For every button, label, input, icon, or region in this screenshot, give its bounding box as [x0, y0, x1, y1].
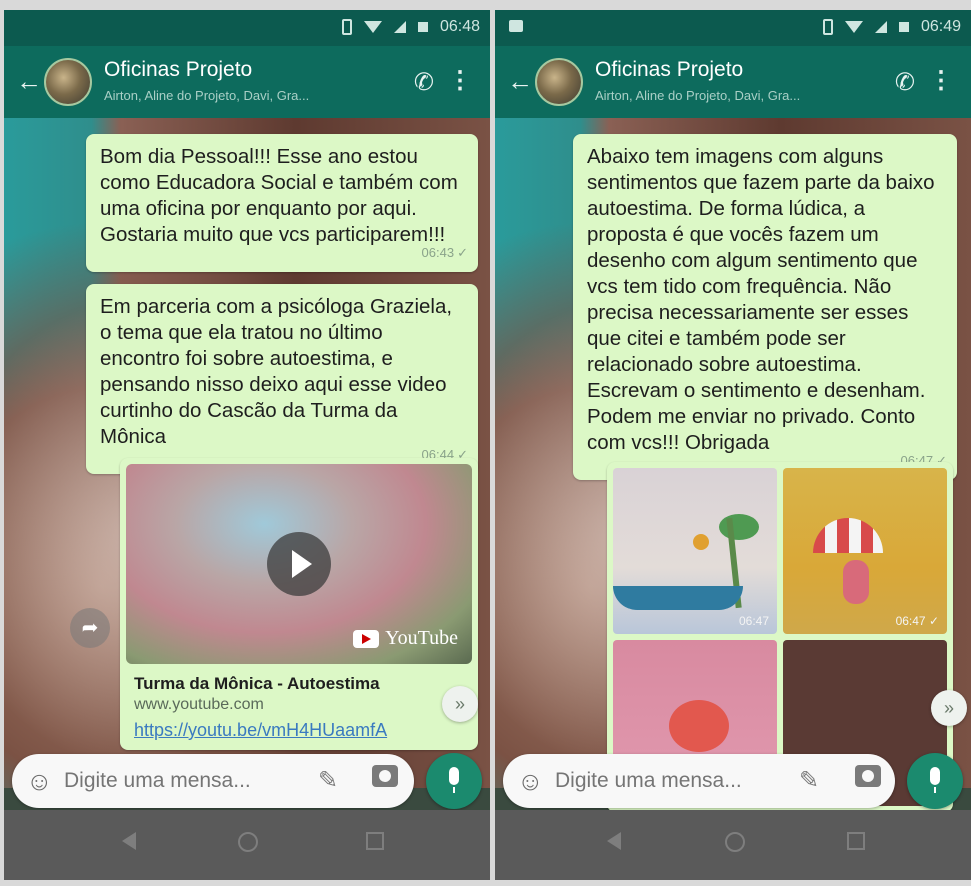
menu-dots-icon[interactable]: ⋮: [448, 66, 472, 95]
android-nav-bar: [4, 810, 490, 880]
battery-icon: [898, 22, 909, 32]
call-add-icon[interactable]: ✆: [895, 68, 915, 97]
camera-icon[interactable]: [372, 765, 398, 787]
figure-drawing: [843, 560, 869, 604]
image-time: 06:47: [738, 614, 769, 628]
chat-title[interactable]: Oficinas Projeto: [104, 58, 252, 82]
hammock-drawing: [613, 586, 743, 610]
battery-icon: [417, 22, 428, 32]
mic-icon[interactable]: [907, 753, 963, 809]
chat-participants[interactable]: Airton, Aline do Projeto, Davi, Gra...: [104, 88, 309, 103]
right-phone-screen: 06:49 ← Oficinas Projeto Airton, Aline d…: [495, 10, 971, 880]
link-title: Turma da Mônica - Autoestima: [134, 674, 380, 693]
nav-recent-icon[interactable]: [847, 832, 865, 850]
nav-back-icon[interactable]: [607, 832, 621, 850]
chat-background: Bom dia Pessoal!!! Esse ano estou como E…: [4, 118, 490, 788]
message-input[interactable]: [64, 764, 294, 798]
emoji-icon[interactable]: ☺: [517, 766, 544, 797]
nav-recent-icon[interactable]: [366, 832, 384, 850]
back-arrow-icon[interactable]: ←: [16, 66, 42, 97]
forward-icon[interactable]: ➦: [70, 608, 110, 648]
wifi-icon: [844, 21, 863, 33]
flower-drawing: [669, 700, 729, 752]
group-avatar[interactable]: [44, 58, 92, 106]
back-arrow-icon[interactable]: ←: [507, 66, 533, 97]
mic-icon[interactable]: [426, 753, 482, 809]
wifi-icon: [363, 21, 382, 33]
youtube-logo: YouTube: [353, 627, 458, 650]
video-thumbnail[interactable]: YouTube: [126, 464, 472, 664]
nav-back-icon[interactable]: [122, 832, 136, 850]
menu-dots-icon[interactable]: ⋮: [929, 66, 953, 95]
image-notification-icon: [509, 20, 523, 32]
message-bubble[interactable]: Bom dia Pessoal!!! Esse ano estou como E…: [86, 134, 478, 272]
message-text: Em parceria com a psicóloga Graziela, o …: [100, 295, 453, 448]
chat-title[interactable]: Oficinas Projeto: [595, 58, 743, 82]
youtube-icon: [353, 629, 380, 648]
palm-leaves-drawing: [719, 514, 759, 540]
message-input[interactable]: [555, 764, 777, 798]
signal-icon: [393, 21, 406, 33]
status-time: 06:49: [920, 18, 961, 35]
link-url[interactable]: https://youtu.be/vmH4HUaamfA: [134, 720, 464, 741]
message-composer: ☺ ✎: [503, 754, 895, 808]
chat-participants[interactable]: Airton, Aline do Projeto, Davi, Gra...: [595, 88, 800, 103]
nav-home-icon[interactable]: [725, 832, 745, 852]
album-image-hammock[interactable]: 06:47: [613, 468, 777, 634]
chat-header: ← Oficinas Projeto Airton, Aline do Proj…: [4, 46, 490, 118]
image-time: 06:47 ✓: [895, 614, 939, 628]
scroll-down-icon[interactable]: »: [442, 686, 478, 722]
group-avatar[interactable]: [535, 58, 583, 106]
attach-clip-icon[interactable]: ✎: [799, 766, 819, 795]
call-add-icon[interactable]: ✆: [414, 68, 434, 97]
attach-clip-icon[interactable]: ✎: [318, 766, 338, 795]
message-text: Bom dia Pessoal!!! Esse ano estou como E…: [100, 145, 458, 246]
camera-icon[interactable]: [855, 765, 881, 787]
message-composer: ☺ ✎: [12, 754, 414, 808]
scroll-down-icon[interactable]: »: [931, 690, 967, 726]
link-domain: www.youtube.com: [134, 696, 264, 713]
chat-background: Abaixo tem imagens com alguns sentimento…: [495, 118, 971, 812]
message-text: Abaixo tem imagens com alguns sentimento…: [587, 145, 935, 454]
message-bubble[interactable]: Abaixo tem imagens com alguns sentimento…: [573, 134, 957, 480]
signal-icon: [874, 21, 887, 33]
nav-home-icon[interactable]: [238, 832, 258, 852]
emoji-icon[interactable]: ☺: [26, 766, 53, 797]
battery-outline-icon: [822, 19, 833, 35]
status-bar: 06:49: [495, 10, 971, 46]
album-image-umbrella[interactable]: 06:47 ✓: [783, 468, 947, 634]
play-icon[interactable]: [267, 532, 331, 596]
android-nav-bar: [495, 810, 971, 880]
left-phone-screen: 06:48 ← Oficinas Projeto Airton, Aline d…: [4, 10, 490, 880]
sun-drawing: [693, 534, 709, 550]
chat-header: ← Oficinas Projeto Airton, Aline do Proj…: [495, 46, 971, 118]
message-time: 06:43 ✓: [421, 245, 468, 260]
status-time: 06:48: [439, 18, 480, 35]
link-preview-card[interactable]: YouTube Turma da Mônica - Autoestima www…: [120, 458, 478, 750]
umbrella-drawing: [813, 518, 883, 553]
message-bubble[interactable]: Em parceria com a psicóloga Graziela, o …: [86, 284, 478, 474]
battery-outline-icon: [341, 19, 352, 35]
status-bar: 06:48: [4, 10, 490, 46]
